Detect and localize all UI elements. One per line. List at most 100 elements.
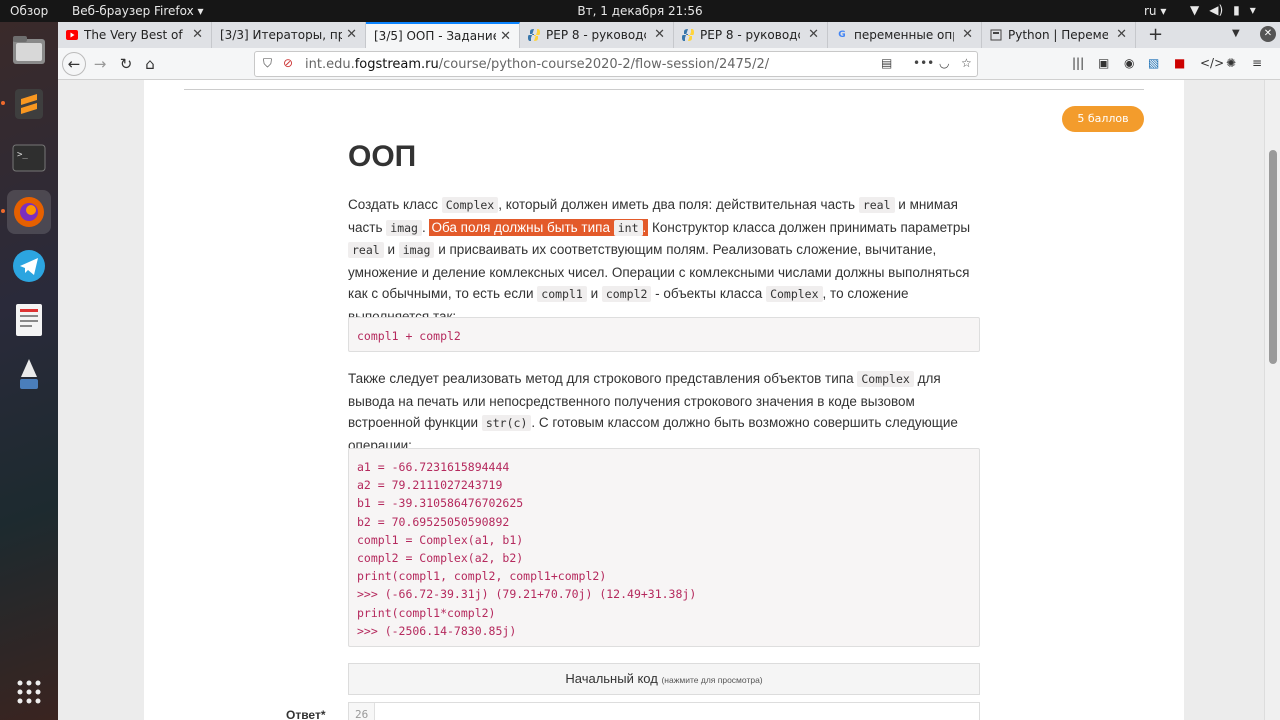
tab-title: PEP 8 - руководство (700, 28, 800, 42)
tab-pep8-1[interactable]: PEP 8 - руководство ✕ (520, 22, 674, 48)
forward-arrow-icon[interactable]: → (88, 52, 112, 76)
inline-code: real (858, 197, 895, 213)
answer-code-editor[interactable]: 26 (348, 702, 980, 720)
tab-title: [3/3] Итераторы, прото (220, 28, 342, 42)
inline-code: compl1 (537, 286, 587, 302)
divider (184, 89, 1144, 90)
firefox-icon (14, 197, 44, 227)
inline-code: Complex (766, 286, 823, 302)
code-example-addition: compl1 + compl2 (348, 317, 980, 352)
terminal-icon: >_ (12, 144, 46, 172)
inline-code: int (613, 219, 643, 236)
page-content: 5 баллов ООП Создать класс Complex, кото… (58, 80, 1264, 720)
reload-icon[interactable]: ↻ (114, 52, 138, 76)
url-text[interactable]: int.edu.fogstream.ru/course/python-cours… (305, 57, 769, 72)
tab-youtube[interactable]: The Very Best of ✕ (58, 22, 212, 48)
tab-close-icon[interactable]: ✕ (346, 27, 357, 42)
tab-close-icon[interactable]: ✕ (654, 27, 665, 42)
running-indicator (1, 101, 5, 105)
files-icon (13, 36, 45, 64)
inline-code: str(c) (481, 415, 532, 431)
sidebar-icon[interactable]: ▣ (1098, 56, 1109, 70)
inkscape-launcher[interactable] (7, 352, 51, 396)
system-top-bar: Обзор Веб-браузер Firefox ▾ Вт, 1 декабр… (0, 0, 1280, 22)
points-badge: 5 баллов (1062, 106, 1144, 132)
site-info-shield-icon[interactable]: ⛉ (263, 56, 272, 71)
bookmark-star-icon[interactable]: ☆ (961, 56, 972, 70)
tab-python-variables[interactable]: Python | Переменн ✕ (982, 22, 1136, 48)
tab-oop-task[interactable]: [3/5] ООП - Задание N ✕ (366, 22, 520, 48)
new-tab-button[interactable]: + (1148, 24, 1163, 45)
volume-icon[interactable]: ◀) (1209, 3, 1223, 17)
dock: >_ (0, 22, 58, 720)
library-icon[interactable]: ||| (1072, 56, 1084, 70)
inline-code: compl2 (601, 286, 652, 302)
tab-google-search[interactable]: G переменные опред ✕ (828, 22, 982, 48)
sublime-launcher[interactable] (1, 82, 51, 126)
task-title: ООП (348, 140, 417, 173)
input-language[interactable]: ru ▾ (1144, 4, 1166, 18)
tab-iterators[interactable]: [3/3] Итераторы, прото ✕ (212, 22, 366, 48)
extension-settings-icon[interactable]: ✺ (1226, 56, 1236, 70)
code-example-usage: a1 = -66.7231615894444 a2 = 79.211102724… (348, 448, 980, 647)
line-number: 26 (355, 708, 369, 720)
sublime-text-icon (15, 89, 43, 119)
tab-close-icon[interactable]: ✕ (808, 27, 819, 42)
tab-close-icon[interactable]: ✕ (1116, 27, 1127, 42)
vertical-scrollbar[interactable] (1264, 80, 1280, 720)
page-icon (990, 29, 1002, 41)
inline-code: real (348, 242, 384, 258)
terminal-launcher[interactable]: >_ (7, 136, 51, 180)
app-grid-icon (17, 680, 41, 704)
url-bar[interactable]: ⛉ ⊘ int.edu.fogstream.ru/course/python-c… (254, 51, 978, 77)
wifi-icon[interactable]: ▼ (1190, 3, 1199, 17)
task-card: 5 баллов ООП Создать класс Complex, кото… (144, 80, 1184, 720)
dev-tools-icon[interactable]: </> (1200, 56, 1224, 70)
svg-text:>_: >_ (17, 150, 28, 160)
scrollbar-thumb[interactable] (1269, 150, 1277, 364)
reader-view-icon[interactable]: ▤ (881, 56, 892, 70)
files-launcher[interactable] (7, 28, 51, 72)
list-all-tabs-icon[interactable]: ▼ (1232, 28, 1240, 39)
hamburger-menu-icon[interactable]: ≡ (1252, 56, 1262, 70)
answer-label: Ответ* (286, 708, 326, 720)
initial-code-toggle[interactable]: Начальный код (нажмите для просмотра) (348, 663, 980, 695)
inkscape-icon (20, 359, 38, 389)
document-viewer-launcher[interactable] (7, 298, 51, 342)
youtube-icon (66, 29, 78, 41)
tab-title: [3/5] ООП - Задание N (374, 29, 496, 43)
power-menu-icon[interactable]: ▾ (1250, 3, 1256, 17)
pocket-icon[interactable]: ◡ (939, 56, 949, 70)
python-icon (528, 29, 540, 41)
firefox-launcher[interactable] (1, 190, 51, 234)
back-arrow-icon[interactable]: ← (62, 52, 86, 76)
page-actions-icon[interactable]: ••• (913, 56, 934, 70)
telegram-icon (13, 250, 45, 282)
tab-close-icon[interactable]: ✕ (192, 27, 203, 42)
insecure-lock-icon[interactable]: ⊘ (283, 56, 293, 70)
python-icon (682, 29, 694, 41)
inline-code: imag (398, 242, 435, 258)
running-indicator (1, 209, 5, 213)
tab-pep8-2[interactable]: PEP 8 - руководство ✕ (674, 22, 828, 48)
window-close-icon[interactable]: ✕ (1260, 26, 1276, 42)
extension-red-icon[interactable]: ■ (1174, 56, 1185, 70)
tab-close-icon[interactable]: ✕ (500, 29, 511, 44)
tab-title: PEP 8 - руководство (546, 28, 646, 42)
navigation-toolbar: ← → ↻ ⌂ ⛉ ⊘ int.edu.fogstream.ru/course/… (58, 48, 1280, 80)
show-applications-button[interactable] (7, 670, 51, 714)
home-icon[interactable]: ⌂ (138, 52, 162, 76)
tab-close-icon[interactable]: ✕ (962, 27, 973, 42)
clock[interactable]: Вт, 1 декабря 21:56 (577, 4, 702, 18)
inline-code: Complex (857, 371, 914, 387)
tab-title: Python | Переменн (1008, 28, 1108, 42)
battery-icon[interactable]: ▮ (1233, 3, 1240, 17)
inline-code: imag (386, 219, 422, 236)
firefox-window: The Very Best of ✕ [3/3] Итераторы, прот… (58, 22, 1280, 720)
app-menu[interactable]: Веб-браузер Firefox ▾ (72, 4, 204, 18)
telegram-launcher[interactable] (7, 244, 51, 288)
account-icon[interactable]: ◉ (1124, 56, 1134, 70)
extension-screenshot-icon[interactable]: ▧ (1148, 56, 1159, 70)
activities-button[interactable]: Обзор (10, 4, 48, 18)
document-viewer-icon (16, 304, 42, 336)
